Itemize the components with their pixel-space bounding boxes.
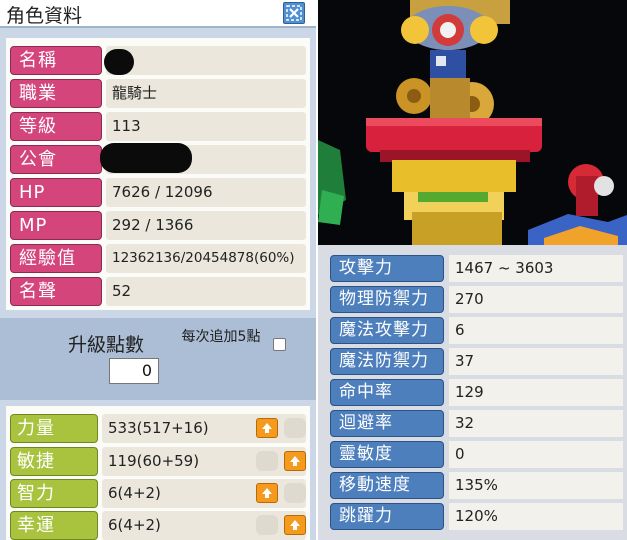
guild-redaction [100, 143, 192, 173]
luk-up-slot [256, 515, 278, 535]
weapon-def-value: 270 [449, 286, 623, 313]
speed-value: 135% [449, 472, 623, 499]
int-up-slot [284, 483, 306, 503]
stat-row-str: 力量 533(517+16) [10, 414, 312, 443]
detail-row-avoid: 迴避率 32 [330, 410, 625, 438]
dex-up-slot [256, 451, 278, 471]
info-row-fame: 名聲 52 [10, 277, 312, 306]
character-info-window: 角色資料 名稱 職業 龍騎士 等級 113 公會 HP 7626 / 12096… [0, 0, 316, 540]
stat-row-dex: 敏捷 119(60+59) [10, 447, 312, 476]
detail-label: 移動速度 [330, 472, 444, 499]
detail-stats-panel: 攻擊力 1467 ~ 3603 物理防禦力 270 魔法攻擊力 6 魔法防禦力 … [318, 245, 627, 540]
stats-panel: 力量 533(517+16) 敏捷 119(60+59) 智力 6(4+2) 幸… [6, 406, 310, 540]
info-row-level: 等級 113 [10, 112, 312, 141]
stat-label: 力量 [10, 414, 98, 443]
str-up-slot [284, 418, 306, 438]
detail-row-magic-atk: 魔法攻擊力 6 [330, 317, 625, 345]
arrow-up-icon [290, 520, 300, 530]
info-row-job: 職業 龍騎士 [10, 79, 312, 108]
info-label: 等級 [10, 112, 102, 141]
toy-tower-scene-illustration [318, 0, 627, 245]
info-label: 職業 [10, 79, 102, 108]
job-value: 龍騎士 [106, 79, 306, 108]
auto-add-label: 每次追加5點 [181, 329, 261, 345]
info-label: 經驗值 [10, 244, 102, 273]
detail-label: 命中率 [330, 379, 444, 406]
luk-up-button[interactable] [284, 515, 306, 535]
stat-label: 智力 [10, 479, 98, 508]
detail-label: 魔法防禦力 [330, 348, 444, 375]
detail-label: 攻擊力 [330, 255, 444, 282]
info-label: 名稱 [10, 46, 102, 75]
detail-row-jump: 跳躍力 120% [330, 503, 625, 531]
info-label: 名聲 [10, 277, 102, 306]
close-button[interactable] [283, 2, 305, 24]
str-up-button[interactable] [256, 418, 278, 438]
detail-label: 跳躍力 [330, 503, 444, 530]
magic-atk-value: 6 [449, 317, 623, 344]
info-row-guild: 公會 [10, 143, 312, 174]
name-value [106, 46, 306, 75]
stat-row-int: 智力 6(4+2) [10, 479, 312, 508]
detail-label: 物理防禦力 [330, 286, 444, 313]
info-label: 公會 [10, 145, 102, 174]
detail-row-magic-def: 魔法防禦力 37 [330, 348, 625, 376]
arrow-up-icon [290, 456, 300, 466]
info-row-hp: HP 7626 / 12096 [10, 178, 312, 207]
detail-row-attack: 攻擊力 1467 ~ 3603 [330, 255, 625, 283]
window-titlebar[interactable]: 角色資料 [0, 0, 316, 28]
info-label: HP [10, 178, 102, 207]
detail-row-weapon-def: 物理防禦力 270 [330, 286, 625, 314]
hands-value: 0 [449, 441, 623, 468]
detail-row-hands: 靈敏度 0 [330, 441, 625, 469]
close-icon [286, 5, 302, 21]
int-up-button[interactable] [256, 483, 278, 503]
stat-label: 敏捷 [10, 447, 98, 476]
info-label: MP [10, 211, 102, 240]
game-scene [318, 0, 627, 245]
exp-value: 12362136/20454878(60%) [106, 244, 306, 273]
info-row-exp: 經驗值 12362136/20454878(60%) [10, 244, 312, 273]
name-redaction [104, 49, 134, 75]
auto-add-checkbox[interactable] [273, 338, 286, 351]
stat-row-luk: 幸運 6(4+2) [10, 511, 312, 540]
avoid-value: 32 [449, 410, 623, 437]
detail-row-speed: 移動速度 135% [330, 472, 625, 500]
ability-points-panel: 升級點數 0 每次追加5點 [0, 318, 316, 400]
stat-label: 幸運 [10, 511, 98, 540]
fame-value: 52 [106, 277, 306, 306]
basic-info-panel: 名稱 職業 龍騎士 等級 113 公會 HP 7626 / 12096 MP 2… [6, 38, 310, 310]
magic-def-value: 37 [449, 348, 623, 375]
ability-points-value: 0 [109, 358, 159, 384]
window-title: 角色資料 [6, 5, 83, 27]
arrow-up-icon [262, 423, 272, 433]
info-row-mp: MP 292 / 1366 [10, 211, 312, 240]
dex-up-button[interactable] [284, 451, 306, 471]
detail-label: 靈敏度 [330, 441, 444, 468]
detail-row-accuracy: 命中率 129 [330, 379, 625, 407]
level-value: 113 [106, 112, 306, 141]
detail-label: 魔法攻擊力 [330, 317, 444, 344]
detail-label: 迴避率 [330, 410, 444, 437]
accuracy-value: 129 [449, 379, 623, 406]
attack-value: 1467 ~ 3603 [449, 255, 623, 282]
info-row-name: 名稱 [10, 46, 312, 75]
arrow-up-icon [262, 488, 272, 498]
mp-value: 292 / 1366 [106, 211, 306, 240]
hp-value: 7626 / 12096 [106, 178, 306, 207]
ability-points-label: 升級點數 [68, 334, 145, 356]
jump-value: 120% [449, 503, 623, 530]
